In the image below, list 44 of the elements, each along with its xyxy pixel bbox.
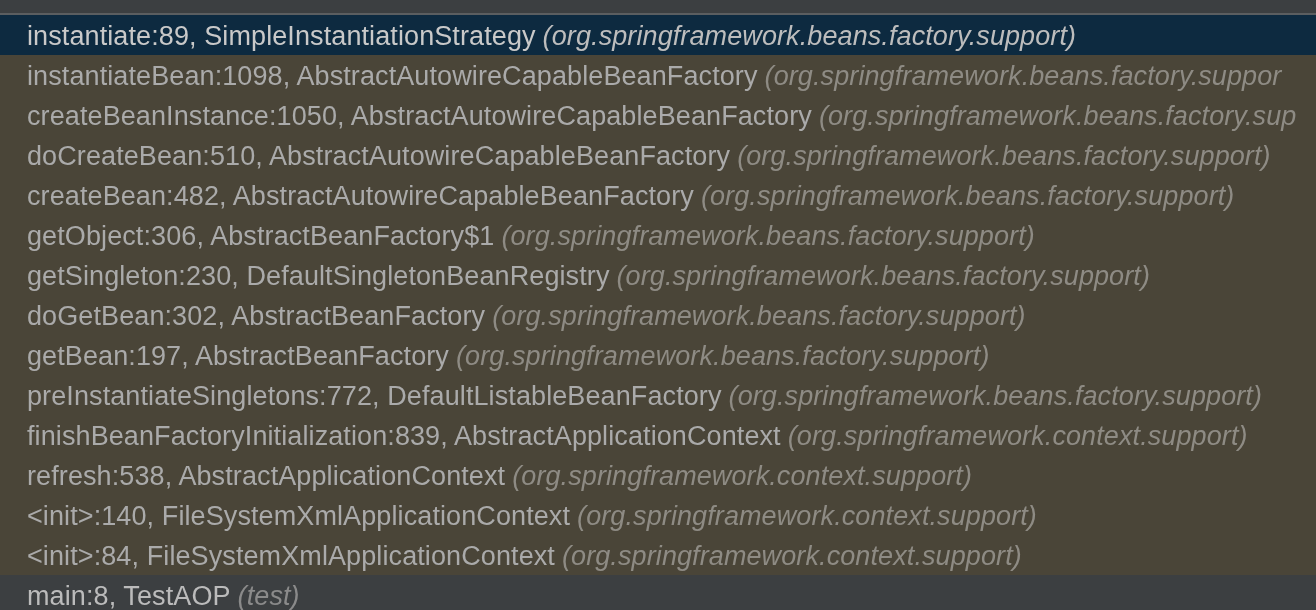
stack-frame-row[interactable]: finishBeanFactoryInitialization:839, AbstractApplicationContext (org.springframework.context.support): [0, 415, 1316, 455]
frame-package: (test): [237, 581, 300, 610]
frame-location: refresh:538, AbstractApplicationContext: [27, 461, 506, 492]
stack-frame-row[interactable]: refresh:538, AbstractApplicationContext (org.springframework.context.support): [0, 455, 1316, 495]
frame-package: (org.springframework.beans.factory.support): [492, 301, 1026, 332]
frame-location: main:8, TestAOP: [27, 581, 231, 610]
frame-location: getBean:197, AbstractBeanFactory: [27, 341, 449, 372]
stack-frame-row[interactable]: getObject:306, AbstractBeanFactory$1 (org.springframework.beans.factory.support): [0, 215, 1316, 255]
frame-location: doCreateBean:510, AbstractAutowireCapableBeanFactory: [27, 141, 731, 172]
stack-frame-row[interactable]: instantiateBean:1098, AbstractAutowireCapableBeanFactory (org.springframework.beans.factory.suppor: [0, 55, 1316, 95]
frame-location: createBean:482, AbstractAutowireCapableBeanFactory: [27, 181, 694, 212]
frame-package: (org.springframework.context.support): [577, 501, 1037, 532]
frame-package: (org.springframework.beans.factory.support): [455, 341, 990, 372]
frame-package: (org.springframework.context.support): [561, 541, 1022, 572]
stack-frame-row[interactable]: instantiate:89, SimpleInstantiationStrategy (org.springframework.beans.factory.support): [0, 15, 1316, 55]
frame-location: createBeanInstance:1050, AbstractAutowireCapableBeanFactory: [27, 101, 812, 132]
frame-location: preInstantiateSingletons:772, DefaultListableBeanFactory: [27, 381, 722, 412]
stack-frame-row[interactable]: doGetBean:302, AbstractBeanFactory (org.springframework.beans.factory.support): [0, 295, 1316, 335]
frame-package: (org.springframework.beans.factory.support): [728, 381, 1263, 412]
stack-frame-row[interactable]: getSingleton:230, DefaultSingletonBeanRegistry (org.springframework.beans.factory.support): [0, 255, 1316, 295]
frame-package: (org.springframework.context.support): [787, 421, 1248, 452]
frame-location: instantiate:89, SimpleInstantiationStrategy: [27, 21, 536, 52]
frame-package: (org.springframework.beans.factory.support): [616, 261, 1150, 292]
frame-package: (org.springframework.beans.factory.sup: [818, 101, 1297, 132]
stack-frame-row[interactable]: doCreateBean:510, AbstractAutowireCapableBeanFactory (org.springframework.beans.factory.support): [0, 135, 1316, 175]
frame-package: (org.springframework.beans.factory.support): [542, 21, 1077, 52]
frame-package: (org.springframework.beans.factory.suppor: [764, 61, 1282, 92]
frame-location: finishBeanFactoryInitialization:839, AbstractApplicationContext: [27, 421, 781, 452]
frame-location: getSingleton:230, DefaultSingletonBeanRegistry: [27, 261, 610, 292]
stack-frame-row[interactable]: <init>:140, FileSystemXmlApplicationContext (org.springframework.context.support): [0, 495, 1316, 535]
frame-location: <init>:84, FileSystemXmlApplicationContext: [27, 541, 555, 572]
frame-location: doGetBean:302, AbstractBeanFactory: [27, 301, 486, 332]
frame-location: <init>:140, FileSystemXmlApplicationContext: [27, 501, 571, 532]
frame-package: (org.springframework.context.support): [512, 461, 973, 492]
frame-package: (org.springframework.beans.factory.support): [700, 181, 1235, 212]
stack-frame-row[interactable]: preInstantiateSingletons:772, DefaultListableBeanFactory (org.springframework.beans.factory.support): [0, 375, 1316, 415]
stack-frame-row[interactable]: getBean:197, AbstractBeanFactory (org.springframework.beans.factory.support): [0, 335, 1316, 375]
stack-frame-row[interactable]: createBean:482, AbstractAutowireCapableBeanFactory (org.springframework.beans.factory.support): [0, 175, 1316, 215]
frame-package: (org.springframework.beans.factory.support): [501, 221, 1035, 252]
stack-frame-row[interactable]: createBeanInstance:1050, AbstractAutowireCapableBeanFactory (org.springframework.beans.factory.sup: [0, 95, 1316, 135]
frame-location: getObject:306, AbstractBeanFactory$1: [27, 221, 495, 252]
frame-package: (org.springframework.beans.factory.support): [737, 141, 1271, 172]
frame-location: instantiateBean:1098, AbstractAutowireCapableBeanFactory: [27, 61, 758, 92]
stack-frame-row[interactable]: <init>:84, FileSystemXmlApplicationContext (org.springframework.context.support): [0, 535, 1316, 575]
